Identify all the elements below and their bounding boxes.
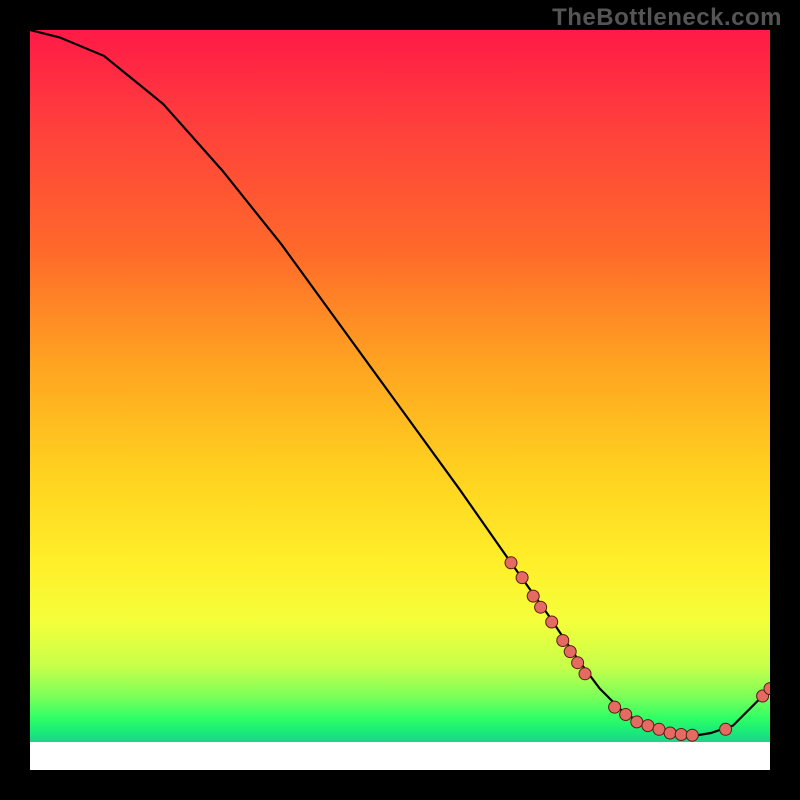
curve-marker — [557, 635, 569, 647]
curve-marker — [505, 557, 517, 569]
curve-layer — [30, 30, 770, 770]
watermark-text: TheBottleneck.com — [552, 4, 782, 32]
curve-marker — [535, 601, 547, 613]
curve-marker — [609, 701, 621, 713]
curve-marker — [572, 657, 584, 669]
curve-marker — [516, 572, 528, 584]
curve-marker — [642, 720, 654, 732]
curve-markers — [505, 557, 770, 741]
bottleneck-curve — [30, 30, 770, 737]
curve-marker — [686, 729, 698, 741]
curve-marker — [564, 646, 576, 658]
curve-marker — [720, 723, 732, 735]
curve-marker — [675, 729, 687, 741]
plot-area — [30, 30, 770, 770]
curve-marker — [579, 668, 591, 680]
chart-frame: TheBottleneck.com — [0, 0, 800, 800]
curve-marker — [631, 716, 643, 728]
curve-marker — [527, 590, 539, 602]
curve-marker — [653, 723, 665, 735]
curve-marker — [546, 616, 558, 628]
curve-marker — [620, 709, 632, 721]
curve-marker — [664, 727, 676, 739]
